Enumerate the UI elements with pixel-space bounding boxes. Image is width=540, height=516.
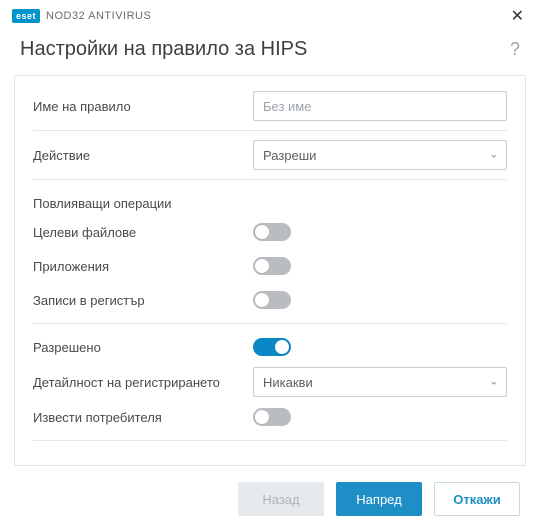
next-button[interactable]: Напред [336, 482, 422, 516]
action-select[interactable]: Разреши ⌄ [253, 140, 507, 170]
brand-badge: eset [12, 9, 40, 23]
page-title: Настройки на правило за HIPS [20, 38, 307, 61]
target-files-label: Целеви файлове [33, 225, 253, 240]
log-detail-label: Детайлност на регистрирането [33, 375, 253, 390]
enabled-toggle[interactable] [253, 338, 291, 356]
action-select-value: Разреши [263, 148, 316, 163]
log-detail-select[interactable]: Никакви ⌄ [253, 367, 507, 397]
rule-name-label: Име на правило [33, 99, 253, 114]
registry-label: Записи в регистър [33, 293, 253, 308]
settings-panel: Име на правило Действие Разреши ⌄ Повлия… [14, 75, 526, 466]
applications-label: Приложения [33, 259, 253, 274]
action-label: Действие [33, 148, 253, 163]
close-icon[interactable]: ✕ [507, 6, 528, 26]
brand-text: NOD32 ANTIVIRUS [46, 10, 151, 22]
divider [33, 130, 507, 131]
rule-name-input[interactable] [253, 91, 507, 121]
row-action: Действие Разреши ⌄ [33, 137, 507, 173]
row-log-detail: Детайлност на регистрирането Никакви ⌄ [33, 364, 507, 400]
chevron-down-icon: ⌄ [490, 377, 498, 388]
registry-toggle[interactable] [253, 291, 291, 309]
row-enabled: Разрешено [33, 330, 507, 364]
chevron-down-icon: ⌄ [490, 150, 498, 161]
notify-label: Извести потребителя [33, 410, 253, 425]
enabled-label: Разрешено [33, 340, 253, 355]
heading-row: Настройки на правило за HIPS ? [0, 30, 540, 75]
divider [33, 179, 507, 180]
log-detail-select-value: Никакви [263, 375, 313, 390]
divider [33, 323, 507, 324]
row-target-files: Целеви файлове [33, 215, 507, 249]
notify-toggle[interactable] [253, 408, 291, 426]
applications-toggle[interactable] [253, 257, 291, 275]
footer: Назад Напред Откажи [0, 466, 540, 516]
back-button: Назад [238, 482, 324, 516]
titlebar: eset NOD32 ANTIVIRUS ✕ [0, 0, 540, 30]
row-rule-name: Име на правило [33, 88, 507, 124]
row-applications: Приложения [33, 249, 507, 283]
row-registry: Записи в регистър [33, 283, 507, 317]
row-notify: Извести потребителя [33, 400, 507, 434]
cancel-button[interactable]: Откажи [434, 482, 520, 516]
target-files-toggle[interactable] [253, 223, 291, 241]
divider [33, 440, 507, 441]
help-icon[interactable]: ? [510, 39, 520, 60]
operations-section-label: Повлияващи операции [33, 186, 507, 215]
